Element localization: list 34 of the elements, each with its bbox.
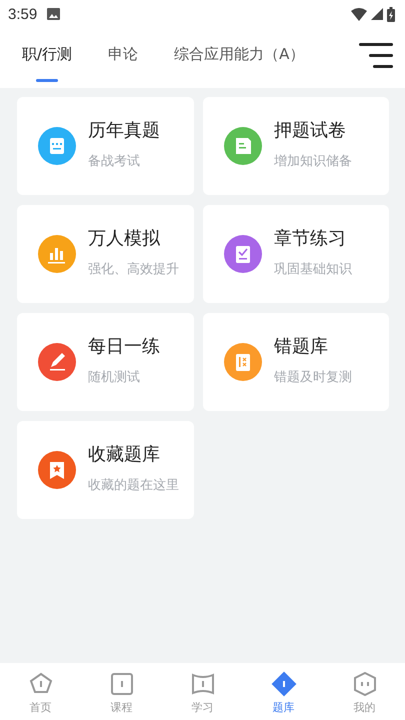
wifi-icon [351, 8, 367, 20]
category-tab[interactable]: 综合应用能力（A） [174, 28, 304, 88]
bank-nav-icon [270, 671, 296, 697]
category-tab[interactable]: 申论 [108, 28, 138, 88]
card-title: 历年真题 [88, 119, 160, 142]
status-time: 3:59 [8, 6, 38, 22]
image-icon [47, 8, 60, 20]
signal-icon [371, 8, 383, 20]
card-subtitle: 收藏的题在这里 [88, 477, 179, 494]
card-title: 每日一练 [88, 335, 160, 358]
category-card[interactable]: 押题试卷 增加知识储备 [203, 97, 389, 195]
card-title: 押题试卷 [274, 119, 347, 142]
card-subtitle: 强化、高效提升 [88, 261, 179, 278]
me-nav-icon [352, 671, 378, 697]
card-title: 错题库 [274, 335, 329, 358]
category-card[interactable]: 历年真题 备战考试 [17, 97, 194, 195]
battery-icon [387, 6, 395, 22]
card-subtitle: 错题及时复测 [274, 369, 352, 386]
category-card[interactable]: 每日一练 随机测试 [17, 313, 194, 411]
category-tab[interactable]: 职/行测 [22, 28, 72, 88]
study-nav-icon [190, 671, 216, 697]
category-card[interactable]: 错题库 错题及时复测 [203, 313, 389, 411]
course-nav-icon [108, 671, 134, 697]
card-subtitle: 巩固基础知识 [274, 261, 352, 278]
card-subtitle: 增加知识储备 [274, 153, 352, 170]
category-card[interactable]: 章节练习 巩固基础知识 [203, 205, 389, 303]
card-subtitle: 备战考试 [88, 153, 141, 170]
card-title: 收藏题库 [88, 443, 161, 466]
nav-item[interactable]: 题库 [254, 663, 314, 720]
card-title: 万人模拟 [88, 227, 161, 250]
category-card[interactable]: 万人模拟 强化、高效提升 [17, 205, 194, 303]
card-subtitle: 随机测试 [88, 369, 141, 386]
category-card[interactable]: 收藏题库 收藏的题在这里 [17, 421, 194, 519]
card-title: 章节练习 [274, 227, 347, 250]
